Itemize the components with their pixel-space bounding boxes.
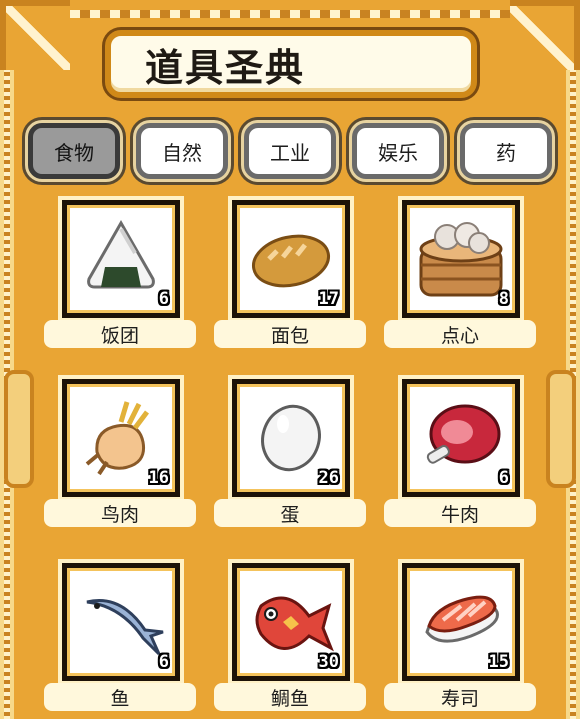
sushi-icon (425, 595, 499, 643)
item-slot[interactable]: 6 (402, 379, 520, 497)
item-slot[interactable]: 6 (62, 200, 180, 318)
category-tabs: 食物 自然 工业 娱乐 药 (28, 123, 552, 181)
sea-bream-icon (255, 596, 334, 652)
page-title: 道具圣典 (145, 45, 306, 90)
tab-label: 自然 (162, 140, 202, 165)
beef-icon (426, 404, 501, 464)
egg-icon (261, 404, 321, 472)
item-count: 6 (498, 468, 509, 488)
tab-entertainment[interactable]: 娱乐 (352, 123, 444, 179)
item-count: 15 (488, 652, 509, 672)
item-slot[interactable]: 6 (62, 563, 180, 681)
bread-icon (251, 234, 331, 288)
tab-label: 娱乐 (378, 140, 418, 165)
item-slot[interactable]: 17 (232, 200, 350, 318)
tab-industry[interactable]: 工业 (244, 123, 336, 179)
top-ornament (70, 10, 510, 18)
item-name: 鱼 (44, 683, 196, 711)
title-plate: 道具圣典 (105, 30, 477, 98)
item-count: 6 (158, 652, 169, 672)
item-count: 30 (318, 652, 339, 672)
chicken-icon (85, 401, 149, 476)
corner-ornament-left (0, 0, 70, 70)
item-slot[interactable]: 26 (232, 379, 350, 497)
tab-label: 工业 (270, 140, 310, 165)
item-name: 牛肉 (384, 499, 536, 527)
item-name: 蛋 (214, 499, 366, 527)
tab-food[interactable]: 食物 (28, 123, 120, 179)
corner-ornament-right (510, 0, 580, 70)
item-name: 面包 (214, 320, 366, 348)
item-name: 点心 (384, 320, 536, 348)
fish-icon (86, 599, 164, 656)
item-count: 8 (498, 289, 509, 309)
item-count: 6 (158, 289, 169, 309)
item-name: 寿司 (384, 683, 536, 711)
tab-nature[interactable]: 自然 (136, 123, 228, 179)
item-count: 17 (318, 289, 339, 309)
dim-sum-steamer-icon (419, 222, 503, 297)
item-slot[interactable]: 15 (402, 563, 520, 681)
tab-medicine[interactable]: 药 (460, 123, 552, 179)
tab-label: 食物 (54, 140, 94, 165)
item-count: 16 (148, 468, 169, 488)
scroll-ornament-left (4, 370, 34, 488)
item-slot[interactable]: 16 (62, 379, 180, 497)
item-slot[interactable]: 30 (232, 563, 350, 681)
rice-ball-icon (87, 219, 155, 289)
item-name: 鲷鱼 (214, 683, 366, 711)
tab-label: 药 (496, 140, 516, 165)
item-name: 鸟肉 (44, 499, 196, 527)
item-count: 26 (318, 468, 339, 488)
item-name: 饭团 (44, 320, 196, 348)
item-slot[interactable]: 8 (402, 200, 520, 318)
scroll-ornament-right (546, 370, 576, 488)
